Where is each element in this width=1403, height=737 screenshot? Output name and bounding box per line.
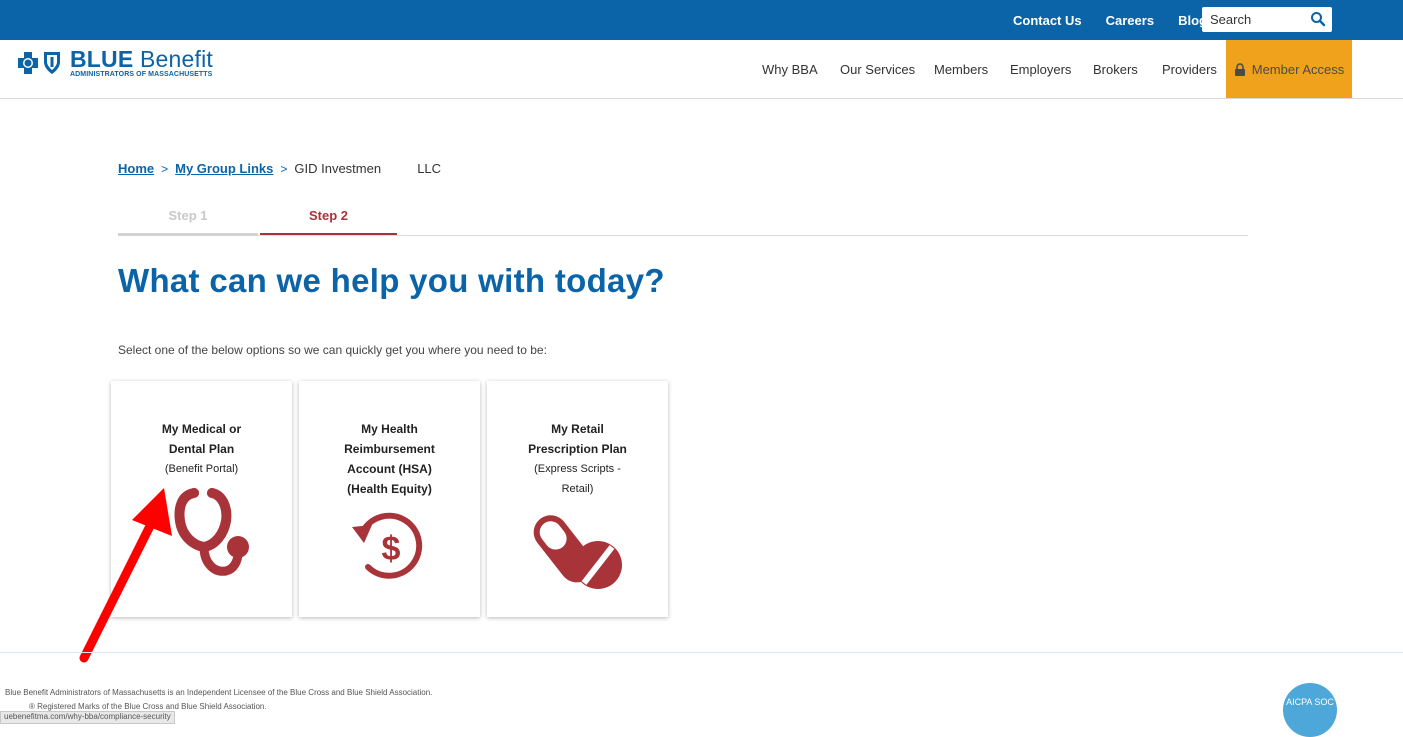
search-box [1202, 7, 1332, 32]
card-retail-prescription-plan[interactable]: My Retail Prescription Plan (Express Scr… [487, 381, 668, 617]
page-title: What can we help you with today? [118, 262, 665, 299]
tab-step-2[interactable]: Step 2 [260, 208, 397, 223]
nav-members[interactable]: Members [934, 62, 988, 77]
steps-divider [118, 235, 1248, 236]
status-bar-url: uebenefitma.com/why-bba/compliance-secur… [0, 711, 175, 724]
card-health-reimbursement-account[interactable]: My Health Reimbursement Account (HSA) (H… [299, 381, 480, 617]
contact-us-link[interactable]: Contact Us [1013, 13, 1082, 28]
nav-providers[interactable]: Providers [1162, 62, 1217, 77]
logo-text: BLUE Benefit ADMINISTRATORS OF MASSACHUS… [70, 46, 214, 79]
nav-brokers[interactable]: Brokers [1093, 62, 1138, 77]
footer-divider [0, 652, 1403, 653]
dollar-refund-icon: $ [351, 512, 422, 579]
bba-logo[interactable]: BLUE Benefit ADMINISTRATORS OF MASSACHUS… [16, 48, 213, 78]
pills-icon [533, 515, 622, 589]
step-1-indicator [118, 233, 258, 236]
search-input[interactable] [1208, 7, 1312, 32]
utility-links: Contact Us Careers Blog [1013, 0, 1231, 40]
breadcrumb-my-group-links[interactable]: My Group Links [175, 161, 273, 176]
annotation-arrow-icon [79, 488, 172, 663]
footer-text: Blue Benefit Administrators of Massachus… [5, 688, 433, 711]
lock-icon [1234, 62, 1245, 76]
member-access-label: Member Access [1251, 61, 1345, 77]
nav-our-services[interactable]: Our Services [840, 62, 915, 77]
breadcrumb: Home > My Group Links > GID Investmen LL… [118, 161, 441, 176]
intro-text: Select one of the below options so we ca… [118, 343, 547, 357]
top-utility-bar: Contact Us Careers Blog [0, 0, 1403, 40]
breadcrumb-current: GID Investmen LLC [294, 161, 442, 176]
breadcrumb-home[interactable]: Home [118, 161, 154, 176]
blue-cross-blue-shield-icon [18, 52, 60, 74]
nav-employers[interactable]: Employers [1010, 62, 1071, 77]
breadcrumb-chevron-icon: > [280, 161, 288, 176]
svg-text:$: $ [381, 530, 400, 568]
member-access-button[interactable]: Member Access [1226, 40, 1352, 98]
card-title: My Medical or Dental Plan (Benefit Porta… [161, 422, 242, 475]
careers-link[interactable]: Careers [1106, 13, 1154, 28]
aicpa-soc-badge[interactable]: AICPA SOC [1283, 683, 1337, 737]
site-header: BLUE Benefit ADMINISTRATORS OF MASSACHUS… [0, 40, 1403, 99]
search-icon[interactable] [1310, 11, 1326, 27]
logo-main-text: BLUE Benefit [70, 46, 214, 72]
nav-why-bba[interactable]: Why BBA [762, 62, 818, 77]
logo-subtitle: ADMINISTRATORS OF MASSACHUSETTS [70, 71, 213, 78]
breadcrumb-chevron-icon: > [161, 161, 169, 176]
card-title: My Health Reimbursement Account (HSA) (H… [344, 422, 435, 496]
step-2-indicator [260, 233, 397, 235]
card-title: My Retail Prescription Plan (Express Scr… [528, 422, 627, 495]
tab-step-1[interactable]: Step 1 [118, 208, 258, 223]
